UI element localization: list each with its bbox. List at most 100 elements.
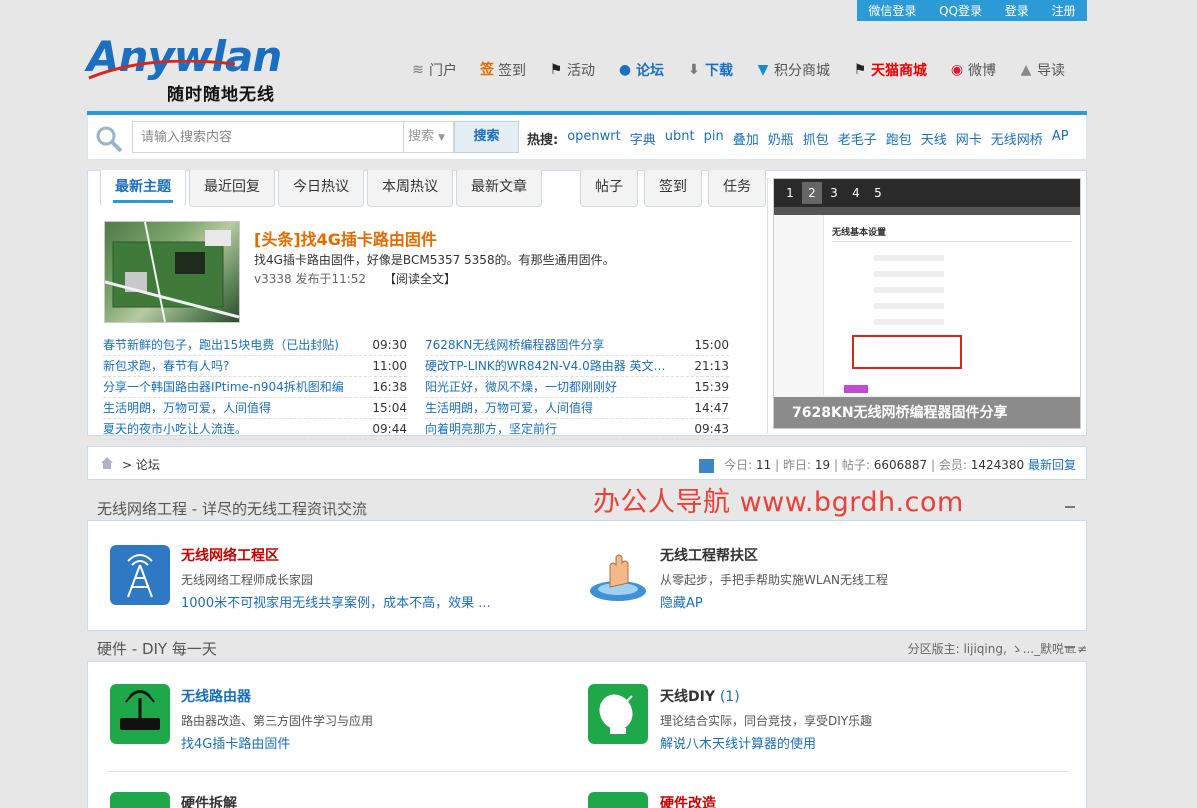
forum-last-post[interactable]: 找4G插卡路由固件 <box>181 733 290 752</box>
tab-latest-articles[interactable]: 最新文章 <box>456 170 542 207</box>
collapse-icon[interactable] <box>1065 506 1075 508</box>
router-icon <box>110 684 170 744</box>
register-link[interactable]: 注册 <box>1052 2 1076 19</box>
topic-time: 15:04 <box>372 401 407 415</box>
wechat-login-link[interactable]: 微信登录 <box>868 2 916 19</box>
stat-tabs: 帖子 签到 任务 <box>580 170 769 207</box>
hot-term[interactable]: ubnt <box>665 129 695 148</box>
forum-name[interactable]: 硬件改造 <box>660 793 716 808</box>
topic-link[interactable]: 生活明朗，万物可爱，人间值得 <box>103 398 271 418</box>
forum-name[interactable]: 无线路由器 <box>181 686 251 706</box>
forum-last-post[interactable]: 隐藏AP <box>660 592 703 611</box>
hot-term[interactable]: openwrt <box>567 129 621 148</box>
forum-name[interactable]: 硬件拆解 <box>181 793 237 808</box>
hot-term[interactable]: 天线 <box>921 129 947 148</box>
topic-time: 09:43 <box>694 422 729 436</box>
breadcrumb-current[interactable]: 论坛 <box>136 458 160 472</box>
section-moderators[interactable]: 分区版主: lijiqing, ゝ..._默哾℡≠ <box>908 640 1087 657</box>
nav-signin[interactable]: 签签到 <box>479 60 526 80</box>
tab-tasks[interactable]: 任务 <box>708 170 766 207</box>
sign-icon: 签 <box>480 62 494 78</box>
search-button[interactable]: 搜索 <box>454 121 519 153</box>
tab-week-hot[interactable]: 本周热议 <box>367 170 453 207</box>
hot-term[interactable]: AP <box>1052 129 1069 148</box>
hot-term[interactable]: 跑包 <box>886 129 912 148</box>
forum-name[interactable]: 无线网络工程区 <box>181 545 279 565</box>
forum-name[interactable]: 无线工程帮扶区 <box>660 545 758 565</box>
nav-activity[interactable]: ⚑ 活动 <box>548 60 595 80</box>
hot-term[interactable]: 奶瓶 <box>768 129 794 148</box>
cart-icon: ▼ <box>757 62 769 78</box>
headline-title[interactable]: [头条]找4G插卡路由固件 <box>254 226 437 250</box>
slide-caption[interactable]: 7628KN无线网桥编程器固件分享 <box>774 397 1080 428</box>
nav-forum[interactable]: ● 论坛 <box>617 60 664 80</box>
forum-last-post[interactable]: 1000米不可视家用无线共享案例，成本不高，效果 ... <box>181 592 491 611</box>
hot-term[interactable]: 老毛子 <box>838 129 877 148</box>
chevron-right-icon: > <box>122 458 133 472</box>
headline-thumbnail[interactable] <box>104 221 240 323</box>
topic-time: 15:39 <box>694 380 729 394</box>
topic-link[interactable]: 向着明亮那方，坚定前行 <box>425 419 557 439</box>
read-more-link[interactable]: 【阅读全文】 <box>384 272 456 286</box>
tab-recent-replies[interactable]: 最近回复 <box>189 170 275 207</box>
nav-download[interactable]: ⬇ 下载 <box>686 60 733 80</box>
slide-screenshot: 无线基本设置 <box>774 215 1080 395</box>
forum-last-post[interactable]: 解说八木天线计算器的使用 <box>660 733 816 752</box>
topic-link[interactable]: 春节新鲜的包子，跑出15块电费（已出封贴) <box>103 335 339 355</box>
topic-time: 09:44 <box>372 422 407 436</box>
tab-latest-topics[interactable]: 最新主题 <box>100 170 186 207</box>
circuit-board-image <box>104 221 240 323</box>
slide-number[interactable]: 5 <box>868 182 888 204</box>
site-logo[interactable]: Anywlan 随时随地无线 <box>87 34 297 106</box>
hot-term[interactable]: 无线网桥 <box>991 129 1043 148</box>
headline-description: 找4G插卡路由固件，好像是BCM5357 5358的。有那些通用固件。 <box>254 253 615 267</box>
forum-name[interactable]: 天线DIY (1) <box>660 686 740 706</box>
row-divider <box>108 771 1068 772</box>
topic-link[interactable]: 分享一个韩国路由器IPtime-n904拆机图和编 <box>103 377 344 397</box>
hot-search-label: 热搜: <box>527 133 559 148</box>
tab-today-hot[interactable]: 今日热议 <box>278 170 364 207</box>
topic-link[interactable]: 新包求跑，春节有人吗? <box>103 356 229 376</box>
home-icon[interactable] <box>100 456 114 470</box>
slide-number[interactable]: 1 <box>780 182 800 204</box>
logo-swoosh-icon <box>88 60 236 80</box>
portal-divider <box>767 178 768 433</box>
search-input[interactable] <box>132 121 404 153</box>
nav-weibo[interactable]: ◉ 微博 <box>949 60 996 80</box>
slide-number[interactable]: 3 <box>824 182 844 204</box>
top-login-bar: 微信登录 QQ登录 登录 注册 <box>857 0 1087 21</box>
bar-chart-icon <box>699 458 715 473</box>
hot-term[interactable]: 抓包 <box>803 129 829 148</box>
nav-guide[interactable]: ▲ 导读 <box>1018 60 1065 80</box>
hot-term[interactable]: 字典 <box>630 129 656 148</box>
nav-tmall[interactable]: ⚑ 天猫商城 <box>852 60 927 80</box>
topic-link[interactable]: 阳光正好，微风不燥，一切都刚刚好 <box>425 377 617 397</box>
nav-portal[interactable]: ≋ 门户 <box>410 60 457 80</box>
nav-points-mall[interactable]: ▼ 积分商城 <box>755 60 830 80</box>
login-link[interactable]: 登录 <box>1005 2 1029 19</box>
hot-term[interactable]: pin <box>704 129 724 148</box>
dish-icon <box>588 792 648 808</box>
search-icon <box>96 126 123 153</box>
topic-list-left: 春节新鲜的包子，跑出15块电费（已出封贴) 09:30 新包求跑，春节有人吗? 11… <box>103 335 407 440</box>
rss-icon: ≋ <box>412 62 424 78</box>
qq-login-link[interactable]: QQ登录 <box>939 2 982 19</box>
topic-tabs: 最新主题 最近回复 今日热议 本周热议 最新文章 <box>100 170 545 207</box>
slideshow[interactable]: 1 2 3 4 5 无线基本设置 7628KN无线网桥编程器固件分享 <box>773 178 1081 429</box>
tab-posts[interactable]: 帖子 <box>580 170 638 207</box>
hot-term[interactable]: 网卡 <box>956 129 982 148</box>
tab-signin[interactable]: 签到 <box>644 170 702 207</box>
forum-section-wireless: 无线网络工程区 无线网络工程师成长家园 1000米不可视家用无线共享案例，成本不… <box>87 520 1087 631</box>
collapse-icon[interactable] <box>1065 646 1075 648</box>
topic-link[interactable]: 夏天的夜市小吃让人流连。 <box>103 419 247 439</box>
topic-link[interactable]: 生活明朗，万物可爱，人间值得 <box>425 398 593 418</box>
chat-icon: ● <box>618 62 632 78</box>
topic-link[interactable]: 硬改TP-LINK的WR842N-V4.0路由器 英文系统 <box>425 356 675 376</box>
search-category-select[interactable]: 搜索 ▼ <box>404 121 454 153</box>
topic-link[interactable]: 7628KN无线网桥编程器固件分享 <box>425 335 604 355</box>
hot-term[interactable]: 叠加 <box>733 129 759 148</box>
slide-number[interactable]: 4 <box>846 182 866 204</box>
latest-replies-link[interactable]: 最新回复 <box>1028 458 1076 472</box>
slide-number-active[interactable]: 2 <box>802 182 822 204</box>
forum-new-count: (1) <box>719 689 740 705</box>
